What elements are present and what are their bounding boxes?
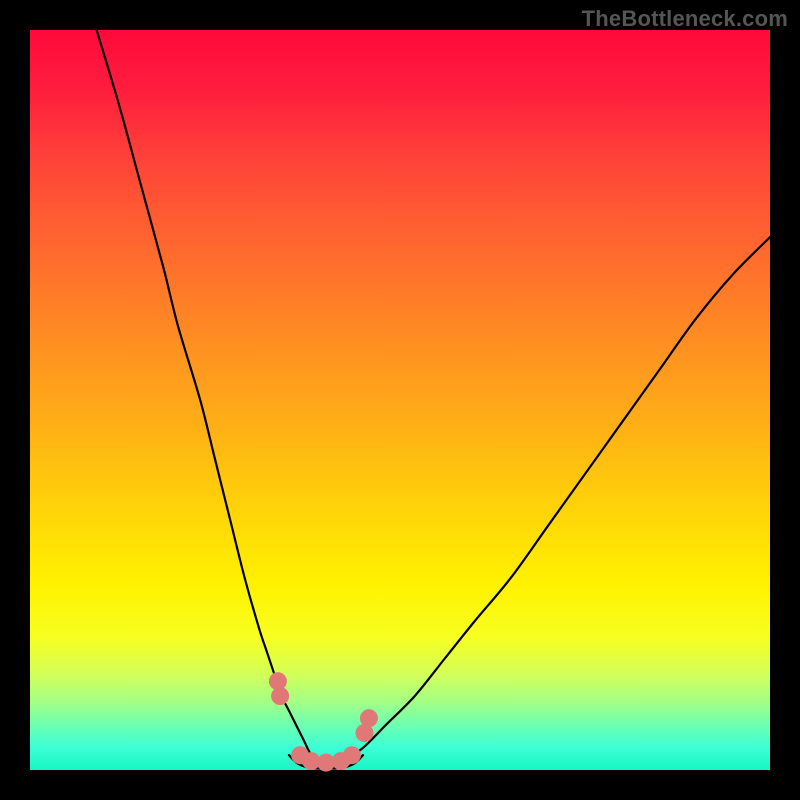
curve-group: [97, 30, 770, 770]
series-left-curve: [97, 30, 326, 770]
chart-frame: TheBottleneck.com: [0, 0, 800, 800]
plot-area: [30, 30, 770, 770]
series-right-curve: [326, 237, 770, 770]
valley-marker: [360, 709, 378, 727]
valley-marker: [271, 687, 289, 705]
watermark-text: TheBottleneck.com: [582, 6, 788, 32]
curve-layer: [30, 30, 770, 770]
valley-marker: [343, 746, 361, 764]
